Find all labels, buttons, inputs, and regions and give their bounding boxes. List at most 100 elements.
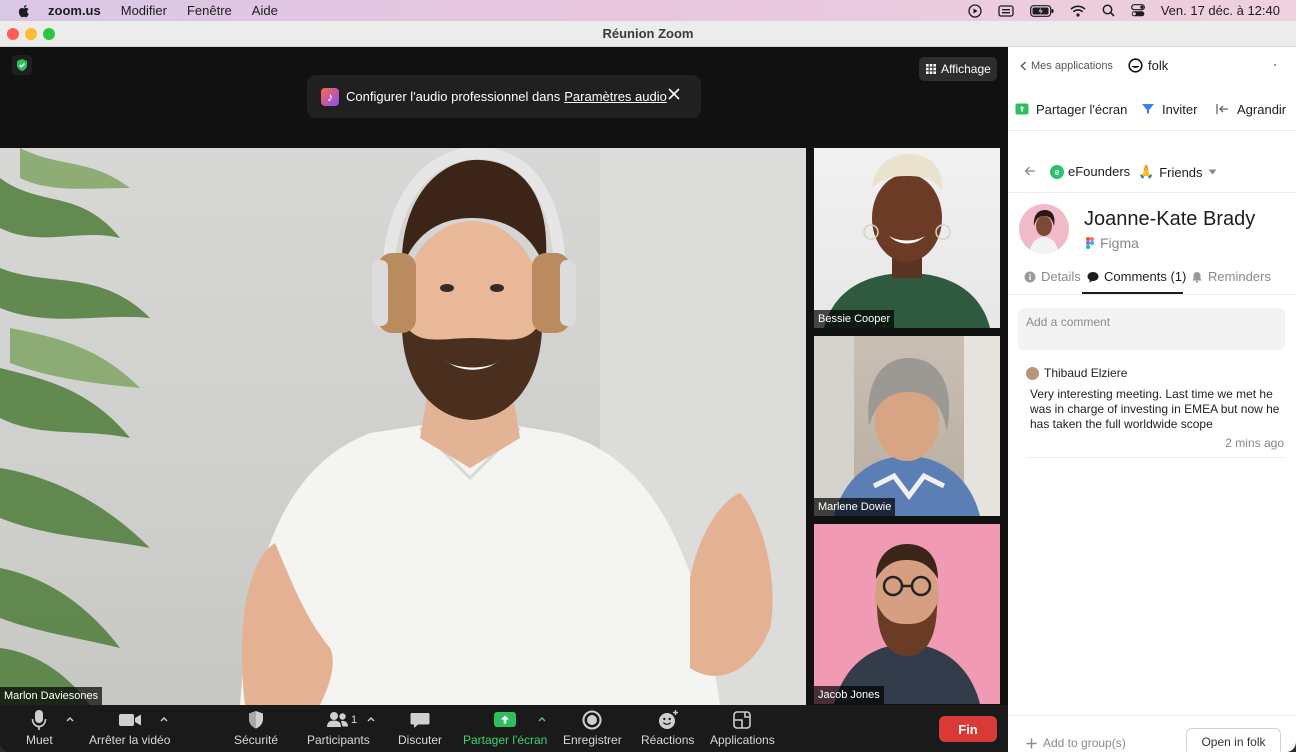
control-center-icon[interactable] [1130, 4, 1145, 17]
music-note-icon: ♪ [321, 87, 339, 106]
contact-name: Joanne-Kate Brady [1084, 208, 1256, 230]
close-icon[interactable] [667, 87, 681, 101]
view-button-label: Affichage [941, 62, 991, 76]
end-meeting-button[interactable]: Fin [939, 716, 997, 742]
tab-comments-label: Comments (1) [1104, 269, 1187, 284]
participants-button[interactable]: Participants [307, 709, 370, 747]
pray-emoji-icon: 🙏 [1138, 164, 1155, 179]
tab-details-label: Details [1041, 269, 1081, 284]
my-apps-back-link[interactable]: Mes applications [1020, 60, 1113, 72]
applications-button[interactable]: Applications [710, 709, 775, 747]
menu-item-modifier[interactable]: Modifier [121, 3, 167, 18]
tab-comments[interactable]: Comments (1) [1087, 269, 1186, 284]
audio-banner-text: Configurer l'audio professionnel dans [346, 89, 561, 104]
encryption-shield-icon[interactable] [12, 55, 32, 75]
plus-icon [1026, 738, 1037, 748]
open-in-folk-button[interactable]: Open in folk [1186, 728, 1281, 752]
breadcrumb: e eFounders 🙏 Friends [1008, 161, 1296, 185]
divider [1008, 130, 1296, 131]
chevron-up-icon[interactable] [65, 715, 75, 723]
panel-footer: Add to group(s) Open in folk [1008, 715, 1296, 752]
participant-video-jacob[interactable]: Jacob Jones [814, 524, 1000, 704]
participant-name-marlene: Marlene Dowie [814, 498, 896, 516]
menu-app-name[interactable]: zoom.us [48, 3, 101, 18]
share-screen-label: Partager l'écran [463, 733, 548, 747]
more-options-icon[interactable] [1274, 64, 1276, 66]
zoom-window: Réunion Zoom Affichage ♪ Configurer l'au… [0, 21, 1296, 752]
participant-illustration [814, 336, 1000, 516]
comment-bubble-icon [1087, 271, 1099, 282]
chevron-up-icon[interactable] [159, 715, 169, 723]
keyboard-icon[interactable] [998, 4, 1014, 17]
add-to-group-button[interactable]: Add to group(s) [1026, 736, 1126, 750]
tab-reminders-label: Reminders [1208, 269, 1271, 284]
shield-icon [249, 711, 264, 729]
expand-button[interactable]: Agrandir [1216, 102, 1286, 117]
panel-header: Mes applications folk [1008, 47, 1296, 85]
my-apps-label: Mes applications [1031, 60, 1113, 72]
comment-header: Thibaud Elziere [1026, 366, 1284, 380]
chevron-up-icon[interactable] [537, 715, 547, 723]
folk-app-title: folk [1128, 58, 1168, 73]
comment-text: Very interesting meeting. Last time we m… [1030, 387, 1280, 431]
microphone-icon [32, 710, 47, 730]
participants-count-badge: 1 [351, 714, 358, 726]
main-speaker-video[interactable]: Marlon Daviesones [0, 148, 806, 705]
search-icon[interactable] [1102, 4, 1115, 17]
mute-label: Muet [26, 733, 53, 747]
wifi-icon[interactable] [1070, 5, 1086, 17]
chevron-left-icon [1020, 61, 1026, 71]
chevron-up-icon[interactable] [366, 715, 376, 723]
add-comment-input[interactable]: Add a comment [1018, 308, 1285, 350]
apple-icon[interactable] [16, 3, 32, 19]
tab-reminders[interactable]: Reminders [1191, 269, 1271, 284]
invite-button[interactable]: Inviter [1141, 102, 1197, 117]
stop-video-label: Arrêter la vidéo [89, 733, 171, 747]
view-button[interactable]: Affichage [919, 57, 997, 81]
divider [1008, 192, 1296, 193]
apps-icon [733, 711, 752, 729]
applications-label: Applications [710, 733, 775, 747]
meeting-area: Affichage ♪ Configurer l'audio professio… [0, 47, 1008, 752]
contact-company-label: Figma [1100, 235, 1139, 251]
battery-icon[interactable] [1029, 4, 1054, 17]
breadcrumb-group[interactable]: e eFounders [1050, 164, 1130, 179]
window-title: Réunion Zoom [602, 26, 694, 41]
mute-button[interactable]: Muet [26, 709, 53, 747]
security-label: Sécurité [234, 733, 279, 747]
share-screen-icon [1015, 103, 1029, 115]
menu-item-aide[interactable]: Aide [252, 3, 278, 18]
comment-item: Thibaud Elziere Very interesting meeting… [1022, 366, 1284, 450]
divider [1008, 294, 1296, 295]
share-screen-icon [494, 712, 517, 727]
menu-item-fenetre[interactable]: Fenêtre [187, 3, 232, 18]
video-camera-icon [118, 714, 141, 726]
folk-share-screen-button[interactable]: Partager l'écran [1015, 102, 1127, 117]
record-button[interactable]: Enregistrer [563, 709, 622, 747]
breadcrumb-group-label: eFounders [1068, 164, 1131, 179]
play-icon[interactable] [968, 3, 982, 18]
chat-bubble-icon [410, 713, 430, 728]
title-bar: Réunion Zoom [0, 21, 1296, 47]
smiley-plus-icon [658, 710, 678, 729]
menubar-clock[interactable]: Ven. 17 déc. à 12:40 [1161, 3, 1280, 18]
security-button[interactable]: Sécurité [234, 709, 278, 747]
share-screen-button[interactable]: Partager l'écran [463, 709, 547, 747]
chat-label: Discuter [398, 733, 443, 747]
record-icon [582, 710, 602, 730]
avatar [1026, 366, 1039, 380]
breadcrumb-list-label: Friends [1159, 164, 1203, 180]
chat-button[interactable]: Discuter [398, 709, 442, 747]
contact-company[interactable]: Figma [1086, 235, 1139, 251]
reactions-button[interactable]: Réactions [641, 709, 694, 747]
arrow-left-icon[interactable] [1024, 165, 1036, 177]
participant-illustration [824, 154, 990, 328]
efounders-logo-icon: e [1050, 164, 1064, 179]
audio-settings-link[interactable]: Paramètres audio [564, 89, 667, 104]
breadcrumb-list-dropdown[interactable]: 🙏 Friends [1132, 161, 1223, 183]
participant-video-marlene[interactable]: Marlene Dowie [814, 336, 1000, 516]
participant-video-bessie[interactable]: Bessie Cooper [814, 148, 1000, 328]
tab-details[interactable]: Details [1024, 269, 1081, 284]
info-icon [1024, 271, 1036, 282]
invite-icon [1142, 104, 1154, 114]
